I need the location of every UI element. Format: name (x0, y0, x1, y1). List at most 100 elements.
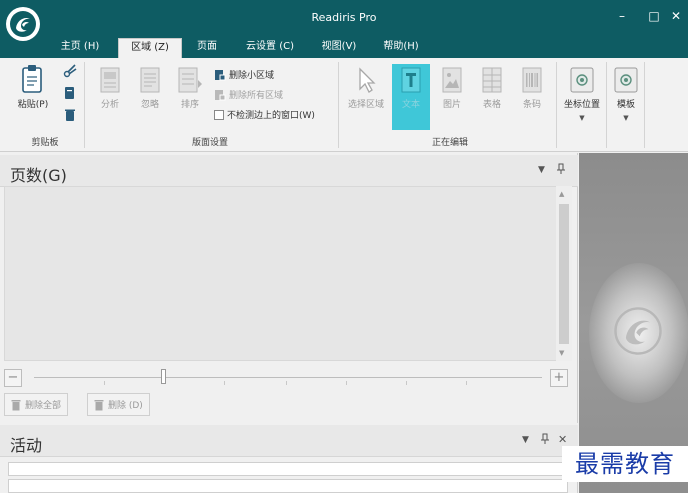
picture-label: 图片 (442, 100, 461, 110)
scroll-thumb[interactable] (559, 204, 569, 344)
paste-icon (22, 65, 42, 93)
table-label: 表格 (482, 100, 501, 110)
picture-icon (442, 67, 462, 93)
readiris-watermark-logo-icon (614, 307, 662, 355)
tab-view[interactable]: 视图(V) (312, 38, 366, 58)
activity-panel-header: 活动 ▼ ✕ (0, 425, 578, 457)
select-zone-label: 选择区域 (347, 100, 384, 110)
copy-icon (65, 87, 74, 99)
paste-label: 粘贴(P) (17, 100, 49, 110)
activity-log-line (8, 479, 568, 493)
copy-button[interactable] (62, 86, 78, 103)
dont-detect-label: 不检测边上的窗口(W) (227, 111, 315, 121)
close-button[interactable]: ✕ (668, 8, 684, 24)
trash-icon (94, 399, 104, 410)
activity-panel-title: 活动 (10, 436, 43, 455)
ignore-icon (140, 67, 160, 93)
title-bar: Readiris Pro – □ ✕ (0, 0, 688, 36)
pages-panel-title: 页数(G) (10, 166, 67, 185)
select-zone-button[interactable]: 选择区域 (344, 66, 388, 110)
maximize-button[interactable]: □ (646, 8, 662, 24)
zoom-tick (224, 381, 225, 385)
paste-button[interactable]: 粘贴(P) (12, 64, 54, 110)
pages-panel: 页数(G) ▼ ▲ ▼ − + 删除全部 删除 (D) (0, 153, 578, 423)
ribbon-separator (644, 62, 645, 148)
pin-icon[interactable] (540, 433, 550, 448)
editing-group-label: 正在编辑 (431, 138, 468, 148)
scroll-up-icon[interactable]: ▲ (559, 190, 564, 198)
zoom-tick (346, 381, 347, 385)
ribbon-separator (84, 62, 85, 148)
readiris-logo-icon[interactable] (6, 7, 40, 41)
picture-zone-button[interactable]: 图片 (434, 66, 470, 110)
zoom-slider-thumb[interactable] (161, 369, 166, 384)
zoom-out-button[interactable]: − (4, 369, 22, 387)
document-preview-area[interactable] (579, 153, 688, 493)
ignore-button[interactable]: 忽略 (132, 66, 168, 110)
zoom-tick (286, 381, 287, 385)
sort-button[interactable]: 排序 (172, 66, 208, 110)
zoom-tick (406, 381, 407, 385)
minimize-button[interactable]: – (614, 8, 630, 24)
ribbon-separator (338, 62, 339, 148)
delete-all-label: 删除全部 (25, 401, 62, 411)
barcode-label: 条码 (522, 100, 541, 110)
tab-help[interactable]: 帮助(H) (374, 38, 428, 58)
barcode-zone-button[interactable]: 条码 (514, 66, 550, 110)
tab-home[interactable]: 主页 (H) (50, 38, 110, 58)
barcode-icon (522, 67, 542, 93)
tab-page[interactable]: 页面 (188, 38, 226, 58)
coordinates-button[interactable]: 坐标位置 ▼ (560, 66, 604, 122)
close-panel-button[interactable]: ✕ (558, 433, 567, 446)
vertical-scrollbar[interactable]: ▲ ▼ (556, 186, 572, 361)
template-label: 模板 (616, 100, 635, 110)
table-zone-button[interactable]: 表格 (474, 66, 510, 110)
dont-detect-edge-windows-checkbox[interactable]: 不检测边上的窗口(W) (214, 108, 315, 121)
clipboard-group-label: 剪贴板 (31, 138, 59, 148)
sort-icon (178, 67, 202, 93)
zoom-slider-row: − + (4, 367, 570, 389)
cut-button[interactable] (62, 64, 78, 81)
zoom-in-button[interactable]: + (550, 369, 568, 387)
page-thumbnails-area[interactable] (4, 186, 557, 361)
checkbox-box[interactable] (214, 109, 224, 120)
analyze-label: 分析 (100, 100, 119, 110)
remove-all-zones-icon (215, 89, 226, 100)
text-zone-button[interactable]: 文本 (392, 64, 430, 130)
zoom-slider-track[interactable] (34, 377, 542, 378)
ignore-label: 忽略 (140, 100, 159, 110)
remove-small-zones-icon (215, 69, 226, 80)
pin-icon[interactable] (556, 163, 566, 178)
chevron-down-icon: ▼ (623, 114, 629, 122)
table-icon (482, 67, 502, 93)
delete-page-label: 删除 (D) (108, 401, 143, 411)
layout-group-label: 版面设置 (191, 138, 228, 148)
delete-page-button[interactable]: 删除 (D) (87, 393, 150, 416)
remove-small-zones-button[interactable]: 删除小区域 (214, 68, 274, 81)
window-title: Readiris Pro (311, 11, 377, 24)
cut-icon (63, 64, 77, 78)
panel-dropdown-icon[interactable]: ▼ (538, 165, 545, 175)
activity-panel: 活动 ▼ ✕ (0, 425, 578, 493)
zoom-tick (104, 381, 105, 385)
analyze-button[interactable]: 分析 (92, 66, 128, 110)
panel-dropdown-icon[interactable]: ▼ (522, 435, 529, 445)
tab-zones[interactable]: 区域 (Z) (118, 38, 182, 58)
coordinates-label: 坐标位置 (563, 100, 600, 110)
template-button[interactable]: 模板 ▼ (610, 66, 642, 122)
cursor-arrow-icon (359, 67, 376, 93)
ribbon-separator (556, 62, 557, 148)
watermark-text: 最需教育 (562, 446, 688, 482)
remove-small-zones-label: 删除小区域 (229, 71, 275, 81)
scroll-down-icon[interactable]: ▼ (559, 349, 564, 357)
sort-label: 排序 (180, 100, 199, 110)
zoom-tick (466, 381, 467, 385)
template-icon (614, 67, 638, 93)
tab-cloud-settings[interactable]: 云设置 (C) (236, 38, 304, 58)
delete-button[interactable] (62, 108, 78, 125)
ribbon-tab-bar: 主页 (H) 区域 (Z) 页面 云设置 (C) 视图(V) 帮助(H) (0, 36, 688, 58)
delete-actions-row: 删除全部 删除 (D) (4, 393, 574, 417)
coordinates-icon (570, 67, 594, 93)
remove-all-zones-button[interactable]: 删除所有区域 (214, 88, 283, 101)
delete-all-button[interactable]: 删除全部 (4, 393, 69, 416)
